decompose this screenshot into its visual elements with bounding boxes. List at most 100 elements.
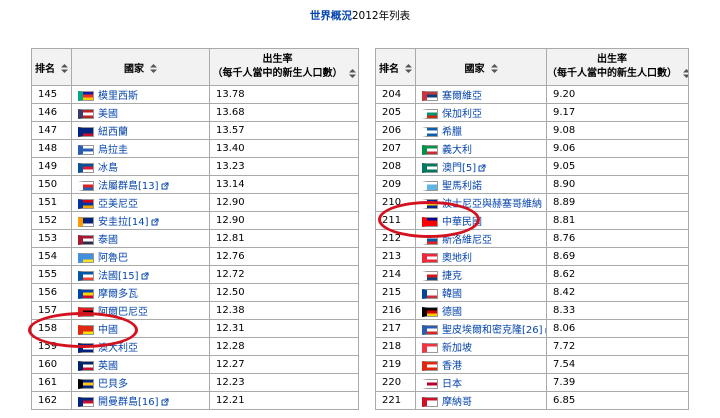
- flag-icon[interactable]: [422, 361, 438, 371]
- external-link-icon[interactable]: [478, 164, 486, 172]
- flag-icon[interactable]: [422, 253, 438, 263]
- country-link[interactable]: 亞美尼亞: [98, 199, 138, 210]
- external-link-icon[interactable]: [151, 218, 159, 226]
- flag-icon[interactable]: [422, 325, 438, 335]
- country-link[interactable]: 法屬群島: [98, 181, 138, 192]
- birth-rate-column-header[interactable]: 出生率 （每千人當中的新生人口數）: [209, 48, 359, 86]
- flag-icon[interactable]: [78, 235, 94, 245]
- country-link[interactable]: 聖皮埃爾和密克隆: [442, 325, 522, 336]
- country-link[interactable]: 模里西斯: [98, 91, 138, 102]
- reference-link[interactable]: [15]: [118, 271, 139, 282]
- flag-icon[interactable]: [422, 91, 438, 101]
- country-link[interactable]: 美國: [98, 109, 118, 120]
- country-link[interactable]: 中國: [98, 325, 118, 336]
- flag-icon[interactable]: [422, 289, 438, 299]
- country-link[interactable]: 斯洛維尼亞: [442, 235, 492, 246]
- sort-icon[interactable]: [61, 64, 68, 73]
- flag-icon[interactable]: [422, 109, 438, 119]
- flag-icon[interactable]: [78, 361, 94, 371]
- reference-link[interactable]: [5]: [462, 163, 476, 174]
- country-link[interactable]: 阿魯巴: [98, 253, 128, 264]
- country-link[interactable]: 阿爾巴尼亞: [98, 307, 148, 318]
- flag-icon[interactable]: [422, 163, 438, 173]
- rank-cell: 148: [31, 139, 72, 158]
- birth-rate-cell: 6.85: [546, 391, 689, 410]
- birth-rate-column-header[interactable]: 出生率 （每千人當中的新生人口數）: [546, 48, 689, 86]
- country-link[interactable]: 紐西蘭: [98, 127, 128, 138]
- sort-icon[interactable]: [405, 64, 412, 73]
- country-link[interactable]: 希臘: [442, 127, 462, 138]
- country-link[interactable]: 奧地利: [442, 253, 472, 264]
- rank-column-header[interactable]: 排名: [31, 48, 72, 86]
- country-link[interactable]: 波士尼亞與赫塞哥維納: [442, 199, 542, 210]
- flag-icon[interactable]: [422, 379, 438, 389]
- flag-icon[interactable]: [422, 181, 438, 191]
- flag-icon[interactable]: [422, 235, 438, 245]
- country-link[interactable]: 韓國: [442, 289, 462, 300]
- flag-icon[interactable]: [422, 271, 438, 281]
- country-link[interactable]: 香港: [442, 361, 462, 372]
- rank-column-header[interactable]: 排名: [375, 48, 416, 86]
- flag-icon[interactable]: [78, 253, 94, 263]
- flag-icon[interactable]: [422, 307, 438, 317]
- flag-icon[interactable]: [78, 397, 94, 407]
- flag-icon[interactable]: [78, 217, 94, 227]
- sort-icon[interactable]: [490, 64, 498, 73]
- reference-link[interactable]: [26]: [522, 325, 543, 336]
- flag-icon[interactable]: [422, 397, 438, 407]
- country-link[interactable]: 安圭拉: [98, 217, 128, 228]
- country-link[interactable]: 澳大利亞: [98, 343, 138, 354]
- country-link[interactable]: 塞爾維亞: [442, 91, 482, 102]
- country-link[interactable]: 英國: [98, 361, 118, 372]
- country-link[interactable]: 法國: [98, 271, 118, 282]
- flag-icon[interactable]: [78, 325, 94, 335]
- country-link[interactable]: 新加坡: [442, 343, 472, 354]
- flag-icon[interactable]: [78, 181, 94, 191]
- country-link[interactable]: 冰島: [98, 163, 118, 174]
- flag-icon[interactable]: [78, 271, 94, 281]
- flag-icon[interactable]: [78, 379, 94, 389]
- country-link[interactable]: 保加利亞: [442, 109, 482, 120]
- country-link[interactable]: 澳門: [442, 163, 462, 174]
- country-link[interactable]: 開曼群島: [98, 397, 138, 408]
- flag-icon[interactable]: [78, 163, 94, 173]
- country-link[interactable]: 摩爾多瓦: [98, 289, 138, 300]
- flag-icon[interactable]: [78, 199, 94, 209]
- caption-link[interactable]: 世界概況: [310, 10, 352, 22]
- external-link-icon[interactable]: [161, 182, 169, 190]
- country-link[interactable]: 中華民國: [442, 217, 482, 228]
- country-cell: 聖馬利諾: [415, 175, 547, 194]
- country-link[interactable]: 巴貝多: [98, 379, 128, 390]
- flag-icon[interactable]: [422, 127, 438, 137]
- country-column-header[interactable]: 國家: [71, 48, 210, 86]
- flag-icon[interactable]: [78, 289, 94, 299]
- reference-link[interactable]: [13]: [138, 181, 159, 192]
- country-column-header[interactable]: 國家: [415, 48, 547, 86]
- sort-icon[interactable]: [683, 68, 689, 78]
- flag-icon[interactable]: [422, 145, 438, 155]
- flag-icon[interactable]: [422, 217, 438, 227]
- external-link-icon[interactable]: [161, 398, 169, 406]
- country-link[interactable]: 捷克: [442, 271, 462, 282]
- flag-icon[interactable]: [422, 199, 438, 209]
- sort-icon[interactable]: [348, 68, 356, 78]
- country-cell: 波士尼亞與赫塞哥維納: [415, 193, 547, 212]
- external-link-icon[interactable]: [141, 272, 149, 280]
- country-link[interactable]: 日本: [442, 379, 462, 390]
- flag-icon[interactable]: [78, 91, 94, 101]
- country-link[interactable]: 聖馬利諾: [442, 181, 482, 192]
- flag-icon[interactable]: [78, 307, 94, 317]
- country-link[interactable]: 德國: [442, 307, 462, 318]
- country-link[interactable]: 義大利: [442, 145, 472, 156]
- country-link[interactable]: 烏拉圭: [98, 145, 128, 156]
- flag-icon[interactable]: [78, 127, 94, 137]
- flag-icon[interactable]: [78, 109, 94, 119]
- reference-link[interactable]: [14]: [128, 217, 149, 228]
- flag-icon[interactable]: [422, 343, 438, 353]
- reference-link[interactable]: [16]: [138, 397, 159, 408]
- flag-icon[interactable]: [78, 145, 94, 155]
- country-link[interactable]: 泰國: [98, 235, 118, 246]
- flag-icon[interactable]: [78, 343, 94, 353]
- sort-icon[interactable]: [150, 64, 157, 73]
- country-link[interactable]: 摩納哥: [442, 397, 472, 408]
